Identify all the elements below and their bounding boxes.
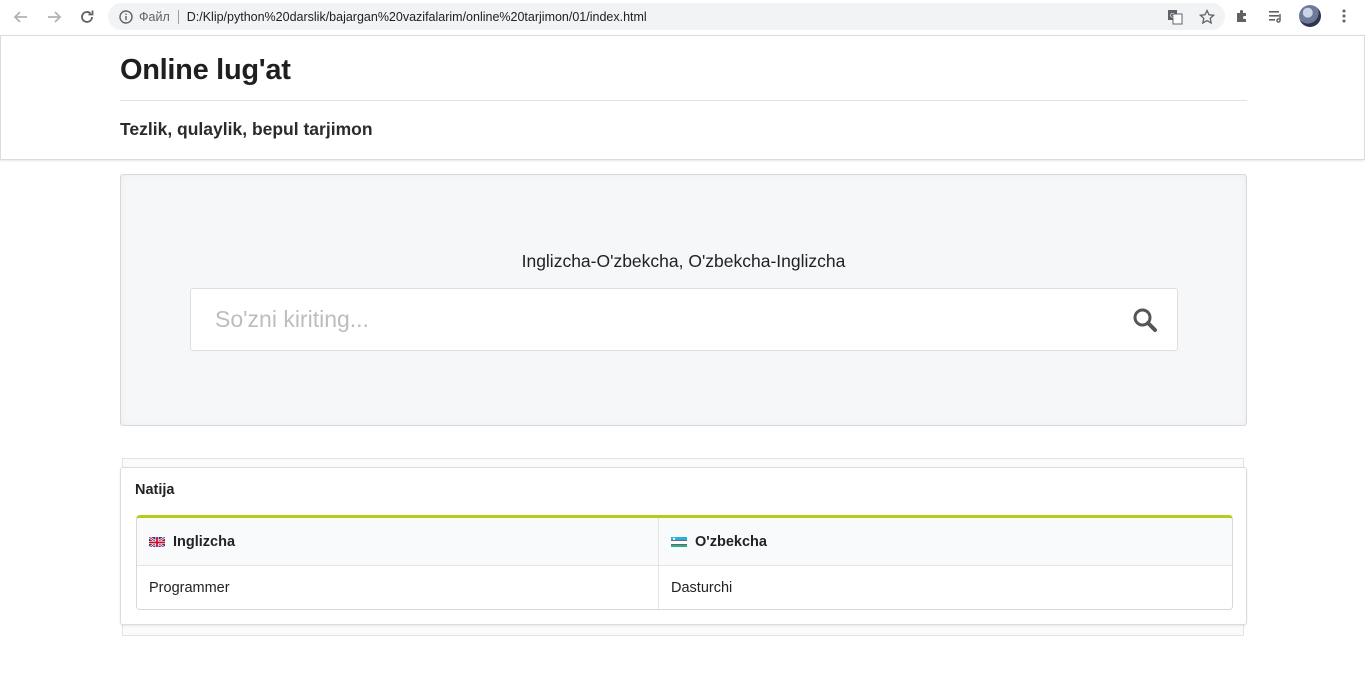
table-cell-english: Programmer: [137, 566, 659, 609]
header-divider: [120, 100, 1247, 101]
profile-avatar[interactable]: [1299, 5, 1321, 27]
table-header-row: Inglizcha O'zbekcha: [137, 518, 1232, 566]
forward-arrow-icon[interactable]: [43, 6, 65, 28]
info-icon[interactable]: [119, 9, 133, 24]
page-header: Online lug'at Tezlik, qulaylik, bepul ta…: [0, 35, 1365, 160]
browser-toolbar: Файл D:/Klip/python%20darslik/bajargan%2…: [0, 0, 1365, 34]
results-table: Inglizcha O'zbekcha Programmer Dasturchi: [136, 515, 1233, 610]
column-header-english: Inglizcha: [137, 518, 659, 565]
column-header-label: O'zbekcha: [695, 533, 767, 550]
url-text[interactable]: D:/Klip/python%20darslik/bajargan%20vazi…: [187, 10, 647, 24]
search-heading: Inglizcha-O'zbekcha, O'zbekcha-Inglizcha: [521, 251, 846, 271]
uzbekistan-flag-icon: [671, 536, 687, 547]
column-header-label: Inglizcha: [173, 533, 236, 550]
media-queue-icon[interactable]: [1265, 5, 1287, 27]
table-row: Programmer Dasturchi: [137, 566, 1232, 609]
address-bar[interactable]: Файл D:/Klip/python%20darslik/bajargan%2…: [108, 3, 1225, 30]
reload-icon[interactable]: [76, 6, 98, 28]
search-input[interactable]: [191, 289, 1111, 350]
search-segment: Inglizcha-O'zbekcha, O'zbekcha-Inglizcha: [120, 174, 1247, 426]
bookmark-star-icon[interactable]: [1197, 7, 1217, 27]
results-segment: Natija Inglizcha O'zbekcha Programmer Da…: [120, 467, 1247, 625]
page-title: Online lug'at: [120, 54, 291, 86]
back-arrow-icon[interactable]: [10, 6, 32, 28]
extensions-puzzle-icon[interactable]: [1231, 5, 1253, 27]
page-subtitle: Tezlik, qulaylik, bepul tarjimon: [120, 119, 373, 139]
uk-flag-icon: [149, 536, 165, 547]
scheme-label: Файл: [139, 9, 179, 24]
svg-text:G: G: [1170, 13, 1175, 20]
search-box[interactable]: [190, 288, 1178, 351]
table-cell-uzbek: Dasturchi: [671, 579, 733, 596]
search-icon[interactable]: [1131, 306, 1159, 334]
translate-icon[interactable]: G: [1165, 7, 1185, 27]
column-header-uzbek: O'zbekcha: [659, 518, 1232, 565]
results-title: Natija: [135, 482, 175, 498]
more-menu-icon[interactable]: [1333, 5, 1355, 27]
